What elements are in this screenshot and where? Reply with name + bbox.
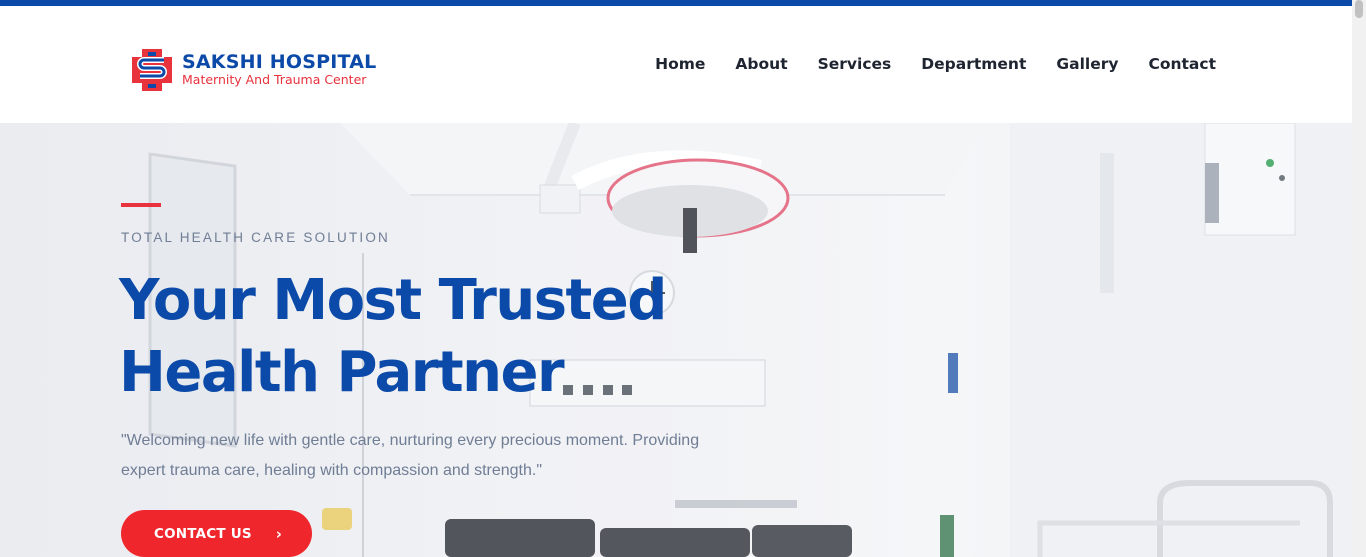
brand-logo[interactable]: SAKSHI HOSPITAL Maternity And Trauma Cen… <box>128 49 376 91</box>
contact-us-button[interactable]: CONTACT US › <box>121 510 312 557</box>
hero-headline-line1: Your Most Trusted <box>119 268 667 333</box>
nav-home[interactable]: Home <box>655 55 705 73</box>
site-header: SAKSHI HOSPITAL Maternity And Trauma Cen… <box>0 6 1352 123</box>
hero-headline-line2: Health Partner <box>119 340 565 405</box>
main-nav: Home About Services Department Gallery C… <box>655 55 1216 73</box>
hero-description: "Welcoming new life with gentle care, nu… <box>121 432 700 479</box>
hero-headline: Your Most Trusted Health Partner <box>119 265 739 409</box>
hero-eyebrow: TOTAL HEALTH CARE SOLUTION <box>121 230 390 245</box>
contact-us-label: CONTACT US <box>154 525 252 542</box>
hero-accent-line <box>121 203 161 207</box>
nav-services[interactable]: Services <box>818 55 892 73</box>
nav-contact[interactable]: Contact <box>1148 55 1216 73</box>
brand-tagline: Maternity And Trauma Center <box>182 72 367 88</box>
scrollbar-thumb[interactable] <box>1355 0 1363 18</box>
nav-department[interactable]: Department <box>921 55 1026 73</box>
hero-section: TOTAL HEALTH CARE SOLUTION Your Most Tru… <box>0 123 1352 557</box>
hospital-logo-icon <box>128 49 176 91</box>
brand-name: SAKSHI HOSPITAL <box>182 51 377 74</box>
nav-about[interactable]: About <box>735 55 787 73</box>
nav-gallery[interactable]: Gallery <box>1056 55 1118 73</box>
page-scrollbar[interactable] <box>1352 0 1366 557</box>
chevron-right-icon: › <box>275 524 283 543</box>
